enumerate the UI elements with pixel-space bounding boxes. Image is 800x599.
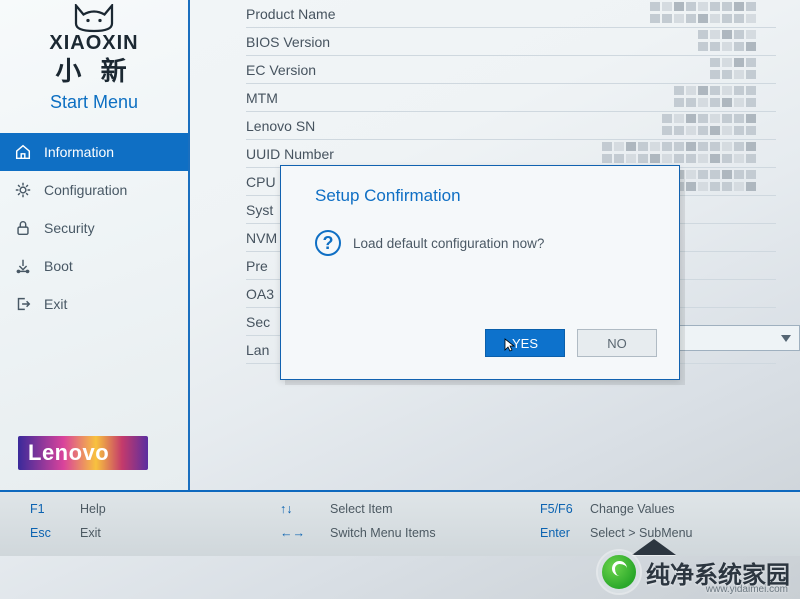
sidebar: XIAOXIN 小 新 Start Menu Information Confi… [0,0,190,490]
key-hint-text: Exit [80,526,101,540]
sidebar-item-label: Information [44,144,114,160]
key-hint-key: ↑↓ [280,502,316,516]
sidebar-item-boot[interactable]: Boot [0,247,188,285]
info-label: UUID Number [246,146,526,162]
brand-start-menu: Start Menu [50,92,138,113]
no-button[interactable]: NO [577,329,657,357]
modal-message: Load default configuration now? [353,236,544,251]
sidebar-item-exit[interactable]: Exit [0,285,188,323]
brand-cat-icon [64,4,124,34]
boot-icon [14,257,32,275]
lock-icon [14,219,32,237]
sidebar-item-label: Exit [44,296,67,312]
redacted-value [602,142,756,164]
info-label: EC Version [246,62,526,78]
mouse-cursor-icon [504,338,516,355]
watermark: 纯净系统家园 www.yidaimei.com [576,549,796,597]
home-icon [14,143,32,161]
key-hint-text: Switch Menu Items [330,526,436,540]
key-hint: Enter Select > SubMenu [540,526,780,540]
redacted-value [662,114,756,136]
setup-confirmation-dialog: Setup Confirmation ? Load default config… [280,165,680,380]
info-label: Lenovo SN [246,118,526,134]
modal-title: Setup Confirmation [281,166,679,206]
bios-screen: XIAOXIN 小 新 Start Menu Information Confi… [0,0,800,599]
key-hint: ↑↓ Select Item [280,502,540,516]
info-value [526,140,776,167]
brand-cn: 小 新 [55,51,132,88]
sidebar-item-information[interactable]: Information [0,133,188,171]
redacted-value [674,86,756,108]
redacted-value [698,30,756,52]
key-hint-key: Esc [30,526,66,540]
sidebar-item-security[interactable]: Security [0,209,188,247]
sidebar-nav: Information Configuration Security Boot [0,133,188,323]
question-icon: ? [315,230,341,256]
key-hint-text: Help [80,502,106,516]
footer-bar: F1 Help ↑↓ Select Item F5/F6 Change Values Esc… [0,490,800,556]
key-hint: F1 Help [30,502,280,516]
key-hint: F5/F6 Change Values [540,502,780,516]
info-row: BIOS Version [246,28,776,56]
modal-actions: YES NO [485,329,657,357]
info-label: Product Name [246,6,526,22]
info-value [526,112,776,139]
key-hint-text: Change Values [590,502,675,516]
key-hints: F1 Help ↑↓ Select Item F5/F6 Change Values Esc… [30,502,770,540]
watermark-logo-icon [598,551,640,593]
key-hint-text: Select Item [330,502,393,516]
info-value [526,0,776,27]
lenovo-logo: Lenovo [18,436,148,470]
key-hint-key: ←→ [280,526,316,540]
info-row: Lenovo SN [246,112,776,140]
info-value [526,84,776,111]
key-hint-key: F1 [30,502,66,516]
info-row: UUID Number [246,140,776,168]
info-row: Product Name [246,0,776,28]
sidebar-item-configuration[interactable]: Configuration [0,171,188,209]
info-label: MTM [246,90,526,106]
gear-icon [14,181,32,199]
redacted-value [650,2,756,24]
info-row: MTM [246,84,776,112]
exit-icon [14,295,32,313]
watermark-url: www.yidaimei.com [706,584,788,595]
key-hint-key: Enter [540,526,576,540]
key-hint: Esc Exit [30,526,280,540]
brand-block: XIAOXIN 小 新 Start Menu [0,0,188,113]
info-value [526,56,776,83]
sidebar-item-label: Security [44,220,95,236]
modal-body: ? Load default configuration now? [281,206,679,256]
key-hint-text: Select > SubMenu [590,526,693,540]
key-hint-key: F5/F6 [540,502,576,516]
yes-button[interactable]: YES [485,329,565,357]
no-button-label: NO [607,336,627,351]
info-row: EC Version [246,56,776,84]
key-hint: ←→ Switch Menu Items [280,526,540,540]
redacted-value [710,58,756,80]
sidebar-item-label: Boot [44,258,73,274]
info-label: BIOS Version [246,34,526,50]
sidebar-item-label: Configuration [44,182,127,198]
info-value [526,28,776,55]
